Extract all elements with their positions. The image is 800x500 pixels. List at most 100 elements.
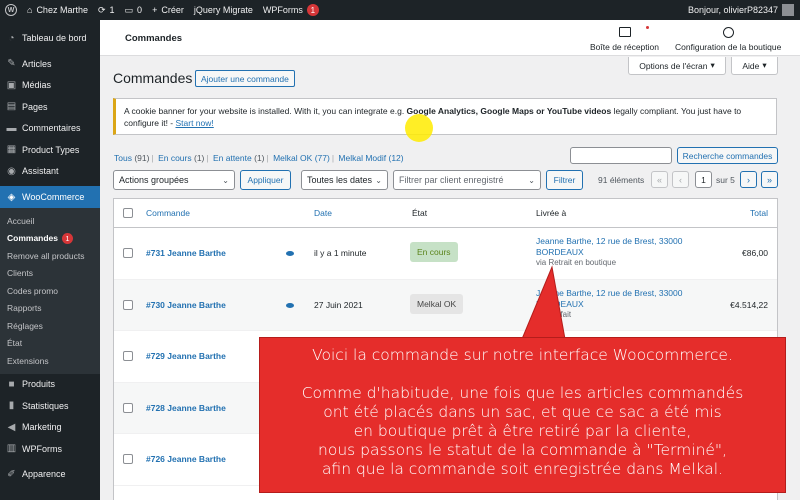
table-header: Commande Date État Livrée à Total: [114, 199, 777, 228]
site-name-menu[interactable]: ⌂ Chez Marthe: [22, 0, 93, 20]
screen-options-button[interactable]: Options de l'écran ▾: [628, 57, 726, 75]
sidebar-item-woocommerce[interactable]: ◈ WooCommerce: [0, 186, 100, 208]
column-date[interactable]: Date: [314, 208, 332, 218]
customer-filter-select[interactable]: Filtrer par client enregistré ⌄: [393, 170, 541, 190]
sidebar-item-assistant[interactable]: ◉ Assistant: [0, 161, 100, 183]
submenu-item-settings[interactable]: Réglages: [0, 317, 100, 335]
ship-city: BORDEAUX: [536, 247, 584, 257]
submenu-item-remove-products[interactable]: Remove all products: [0, 247, 100, 265]
order-link[interactable]: #729 Jeanne Barthe: [146, 351, 226, 361]
sidebar-item-wpforms[interactable]: ▥ WPForms: [0, 438, 100, 460]
updates-count: 1: [109, 5, 115, 15]
status-link-melkal-modif[interactable]: Melkal Modif (12): [338, 153, 403, 163]
date-filter-select[interactable]: Toutes les dates ⌄: [301, 170, 388, 190]
sidebar-item-products[interactable]: ■ Produits: [0, 374, 100, 396]
submenu-label: Extensions: [7, 355, 49, 366]
status-link-on-hold[interactable]: En attente: [213, 153, 252, 163]
row-checkbox[interactable]: [123, 299, 133, 310]
sidebar-item-comments[interactable]: ▬ Commentaires: [0, 118, 100, 140]
row-checkbox[interactable]: [123, 402, 133, 413]
order-link[interactable]: #726 Jeanne Barthe: [146, 454, 226, 464]
woocommerce-header: Commandes Boîte de réception Configurati…: [100, 20, 800, 56]
order-link[interactable]: #730 Jeanne Barthe: [146, 300, 226, 310]
date-filter-value: Toutes les dates: [307, 175, 373, 185]
current-page-input[interactable]: 1: [695, 171, 712, 188]
annotation-callout: Voici la commande sur notre interface Wo…: [259, 337, 786, 493]
column-ship-to: Livrée à: [536, 208, 567, 218]
status-link-melkal-ok[interactable]: Melkal OK (77): [273, 153, 330, 163]
sidebar-item-label: Product Types: [22, 144, 80, 155]
status-link-all[interactable]: Tous: [114, 153, 132, 163]
comments-menu[interactable]: ▭ 0: [120, 0, 148, 20]
column-order[interactable]: Commande: [146, 208, 190, 218]
caret-down-icon: ▾: [710, 60, 715, 70]
updates-menu[interactable]: ⟳ 1: [93, 0, 120, 20]
start-now-link[interactable]: Start now!: [176, 118, 214, 128]
first-page-button[interactable]: «: [651, 171, 668, 188]
new-content-menu[interactable]: + Créer: [147, 0, 189, 20]
last-page-button[interactable]: »: [761, 171, 778, 188]
wp-logo-menu[interactable]: W: [0, 0, 22, 20]
apply-button[interactable]: Appliquer: [240, 170, 291, 190]
submenu-item-extensions[interactable]: Extensions: [0, 352, 100, 370]
sidebar-item-product-types[interactable]: ▦ Product Types: [0, 139, 100, 161]
account-menu[interactable]: Bonjour, olivierP82347: [688, 4, 800, 16]
store-setup-button[interactable]: Configuration de la boutique: [675, 25, 781, 52]
status-count: (91): [134, 153, 150, 163]
customer-filter-placeholder: Filtrer par client enregistré: [399, 175, 504, 185]
search-orders-button[interactable]: Recherche commandes: [677, 147, 778, 164]
wordpress-logo-icon: W: [5, 4, 17, 16]
row-checkbox[interactable]: [123, 248, 133, 258]
box-icon: ■: [8, 378, 15, 390]
cursor-highlight: [405, 114, 433, 142]
submenu-item-customers[interactable]: Clients: [0, 265, 100, 283]
chevron-down-icon: ⌄: [528, 175, 535, 185]
prev-page-button[interactable]: ‹: [672, 171, 689, 188]
row-checkbox[interactable]: [123, 454, 133, 464]
sidebar-item-statistics[interactable]: ▮ Statistiques: [0, 395, 100, 417]
table-row[interactable]: #730 Jeanne Barthe 27 Juin 2021 Melkal O…: [114, 279, 777, 331]
sidebar-item-pages[interactable]: ▤ Pages: [0, 96, 100, 118]
sidebar-item-media[interactable]: ▣ Médias: [0, 75, 100, 97]
greeting: Bonjour, olivierP82347: [687, 5, 778, 15]
chart-icon: ▮: [8, 400, 15, 412]
submenu-label: Rapports: [7, 303, 42, 314]
callout-line: afin que la commande soit enregistrée da…: [321, 460, 724, 478]
submenu-item-home[interactable]: Accueil: [0, 212, 100, 230]
column-total[interactable]: Total: [750, 208, 768, 218]
next-page-button[interactable]: ›: [740, 171, 757, 188]
home-icon: ⌂: [27, 5, 33, 15]
updates-icon: ⟳: [97, 4, 106, 15]
sidebar-item-appearance[interactable]: ✐ Apparence: [0, 464, 100, 486]
bulk-actions-select[interactable]: Actions groupées ⌄: [113, 170, 235, 190]
select-all-checkbox[interactable]: [123, 208, 133, 218]
submenu-item-orders[interactable]: Commandes 1: [0, 230, 100, 248]
sidebar-item-articles[interactable]: ✎ Articles: [0, 53, 100, 75]
help-button[interactable]: Aide ▾: [731, 57, 778, 75]
search-orders-input[interactable]: [570, 147, 672, 164]
status-link-processing[interactable]: En cours: [158, 153, 192, 163]
table-row[interactable]: #731 Jeanne Barthe il y a 1 minute En co…: [114, 228, 777, 280]
sidebar-item-label: Marketing: [22, 422, 62, 433]
wpforms-menu[interactable]: WPForms 1: [258, 0, 324, 20]
add-order-button[interactable]: Ajouter une commande: [195, 70, 295, 87]
inbox-button[interactable]: Boîte de réception: [590, 25, 659, 52]
submenu-item-status[interactable]: État: [0, 335, 100, 353]
dashboard-icon: ◔: [8, 32, 15, 44]
order-link[interactable]: #731 Jeanne Barthe: [146, 248, 226, 258]
status-link-label: Melkal Modif: [338, 153, 387, 163]
row-checkbox[interactable]: [123, 351, 133, 361]
submenu-item-reports[interactable]: Rapports: [0, 300, 100, 318]
sidebar-item-dashboard[interactable]: ◔ Tableau de bord: [0, 27, 100, 49]
jquery-migrate-menu[interactable]: jQuery Migrate: [189, 0, 258, 20]
order-link[interactable]: #728 Jeanne Barthe: [146, 403, 226, 413]
ship-address-link[interactable]: Jeanne Barthe, 12 rue de Brest, 33000 BOR…: [536, 236, 683, 258]
preview-eye-icon[interactable]: [286, 302, 294, 308]
preview-eye-icon[interactable]: [286, 251, 294, 256]
woocommerce-submenu: Accueil Commandes 1 Remove all products C…: [0, 208, 100, 374]
submenu-item-coupons[interactable]: Codes promo: [0, 282, 100, 300]
status-count: (1): [193, 153, 205, 163]
filter-button[interactable]: Filtrer: [546, 170, 583, 190]
sidebar-item-marketing[interactable]: ◀ Marketing: [0, 417, 100, 439]
form-icon: ▥: [6, 443, 17, 455]
